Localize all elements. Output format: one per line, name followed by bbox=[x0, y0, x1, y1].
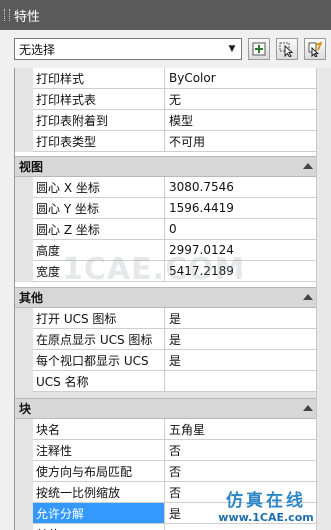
quick-select-icon bbox=[308, 41, 323, 57]
property-name: 打印样式表 bbox=[33, 89, 165, 110]
property-row[interactable]: 按统一比例缩放 否 bbox=[15, 482, 316, 503]
property-row[interactable]: 圆心 Y 坐标 1596.4419 bbox=[15, 198, 316, 219]
grip-icon[interactable] bbox=[4, 9, 10, 21]
property-value[interactable]: 否 bbox=[165, 461, 316, 482]
property-row[interactable]: 打开 UCS 图标 是 bbox=[15, 308, 316, 329]
property-value[interactable]: 是 bbox=[165, 503, 316, 524]
property-row[interactable]: 宽度 5417.2189 bbox=[15, 261, 316, 282]
property-row[interactable]: 每个视口都显示 UCS 是 bbox=[15, 350, 316, 371]
property-name: UCS 名称 bbox=[33, 371, 165, 392]
property-name: 圆心 X 坐标 bbox=[33, 177, 165, 198]
property-row[interactable]: UCS 名称 bbox=[15, 371, 316, 392]
property-value[interactable]: 否 bbox=[165, 482, 316, 503]
property-value[interactable]: 2997.0124 bbox=[165, 240, 316, 261]
property-name: 打开 UCS 图标 bbox=[33, 308, 165, 329]
property-name: 在原点显示 UCS 图标 bbox=[33, 329, 165, 350]
category-title: 视图 bbox=[19, 160, 44, 174]
category-title: 其他 bbox=[19, 291, 44, 305]
property-value[interactable] bbox=[165, 371, 316, 392]
property-row-selected[interactable]: 允许分解 是 bbox=[15, 503, 316, 524]
property-name: 打印表附着到 bbox=[33, 110, 165, 131]
property-value[interactable]: 3080.7546 bbox=[165, 177, 316, 198]
property-value[interactable]: 不可用 bbox=[165, 131, 316, 152]
property-value[interactable]: 模型 bbox=[165, 110, 316, 131]
property-value[interactable]: 1596.4419 bbox=[165, 198, 316, 219]
property-name: 使方向与布局匹配 bbox=[33, 461, 165, 482]
property-name: 每个视口都显示 UCS bbox=[33, 350, 165, 371]
property-value[interactable] bbox=[165, 524, 316, 530]
category-header-misc[interactable]: 其他 bbox=[15, 287, 316, 308]
property-row[interactable]: 圆心 Z 坐标 0 bbox=[15, 219, 316, 240]
property-grid: 打印样式 ByColor 打印样式表 无 打印表附着到 模型 打印表类型 不可用… bbox=[14, 68, 316, 530]
category-header-view[interactable]: 视图 bbox=[15, 156, 316, 177]
property-name: 注释性 bbox=[33, 440, 165, 461]
property-name: 允许分解 bbox=[33, 503, 165, 524]
property-row[interactable]: 打印样式表 无 bbox=[15, 89, 316, 110]
toggle-pickadd-button[interactable] bbox=[248, 38, 270, 60]
select-objects-button[interactable] bbox=[276, 38, 298, 60]
property-row[interactable]: 使方向与布局匹配 否 bbox=[15, 461, 316, 482]
property-row[interactable]: 在原点显示 UCS 图标 是 bbox=[15, 329, 316, 350]
property-row[interactable]: 打印表类型 不可用 bbox=[15, 131, 316, 152]
collapse-icon[interactable] bbox=[303, 293, 313, 300]
property-row[interactable]: 块名 五角星 bbox=[15, 419, 316, 440]
property-row[interactable]: 单位 bbox=[15, 524, 316, 530]
collapse-icon[interactable] bbox=[303, 162, 313, 169]
property-value[interactable]: 5417.2189 bbox=[165, 261, 316, 282]
property-value[interactable]: 是 bbox=[165, 350, 316, 371]
chevron-down-icon[interactable]: ▼ bbox=[225, 42, 239, 56]
selection-dropdown[interactable]: 无选择 ▼ bbox=[14, 38, 242, 60]
property-value[interactable]: 五角星 bbox=[165, 419, 316, 440]
properties-toolbar: 无选择 ▼ bbox=[0, 30, 331, 68]
property-name: 圆心 Y 坐标 bbox=[33, 198, 165, 219]
select-objects-icon bbox=[279, 42, 294, 57]
property-name: 块名 bbox=[33, 419, 165, 440]
property-value[interactable]: 是 bbox=[165, 329, 316, 350]
vertical-scrollbar[interactable] bbox=[316, 68, 331, 530]
property-row[interactable]: 打印表附着到 模型 bbox=[15, 110, 316, 131]
pickadd-icon bbox=[252, 42, 266, 56]
property-row[interactable]: 注释性 否 bbox=[15, 440, 316, 461]
palette-title: 特性 bbox=[14, 9, 41, 25]
property-name: 单位 bbox=[33, 524, 165, 530]
palette-title-bar[interactable]: 特性 bbox=[0, 0, 331, 30]
property-value[interactable]: 0 bbox=[165, 219, 316, 240]
property-name: 圆心 Z 坐标 bbox=[33, 219, 165, 240]
property-value[interactable]: 无 bbox=[165, 89, 316, 110]
quick-select-button[interactable] bbox=[304, 38, 326, 60]
property-value[interactable]: ByColor bbox=[165, 68, 316, 89]
property-value[interactable]: 是 bbox=[165, 308, 316, 329]
property-name: 高度 bbox=[33, 240, 165, 261]
property-name: 打印表类型 bbox=[33, 131, 165, 152]
selection-value: 无选择 bbox=[19, 42, 56, 57]
property-name: 宽度 bbox=[33, 261, 165, 282]
category-header-block[interactable]: 块 bbox=[15, 398, 316, 419]
property-name: 打印样式 bbox=[33, 68, 165, 89]
category-title: 块 bbox=[19, 402, 32, 416]
collapse-icon[interactable] bbox=[303, 404, 313, 411]
property-value[interactable]: 否 bbox=[165, 440, 316, 461]
property-row[interactable]: 圆心 X 坐标 3080.7546 bbox=[15, 177, 316, 198]
property-row[interactable]: 打印样式 ByColor bbox=[15, 68, 316, 89]
property-row[interactable]: 高度 2997.0124 bbox=[15, 240, 316, 261]
property-name: 按统一比例缩放 bbox=[33, 482, 165, 503]
